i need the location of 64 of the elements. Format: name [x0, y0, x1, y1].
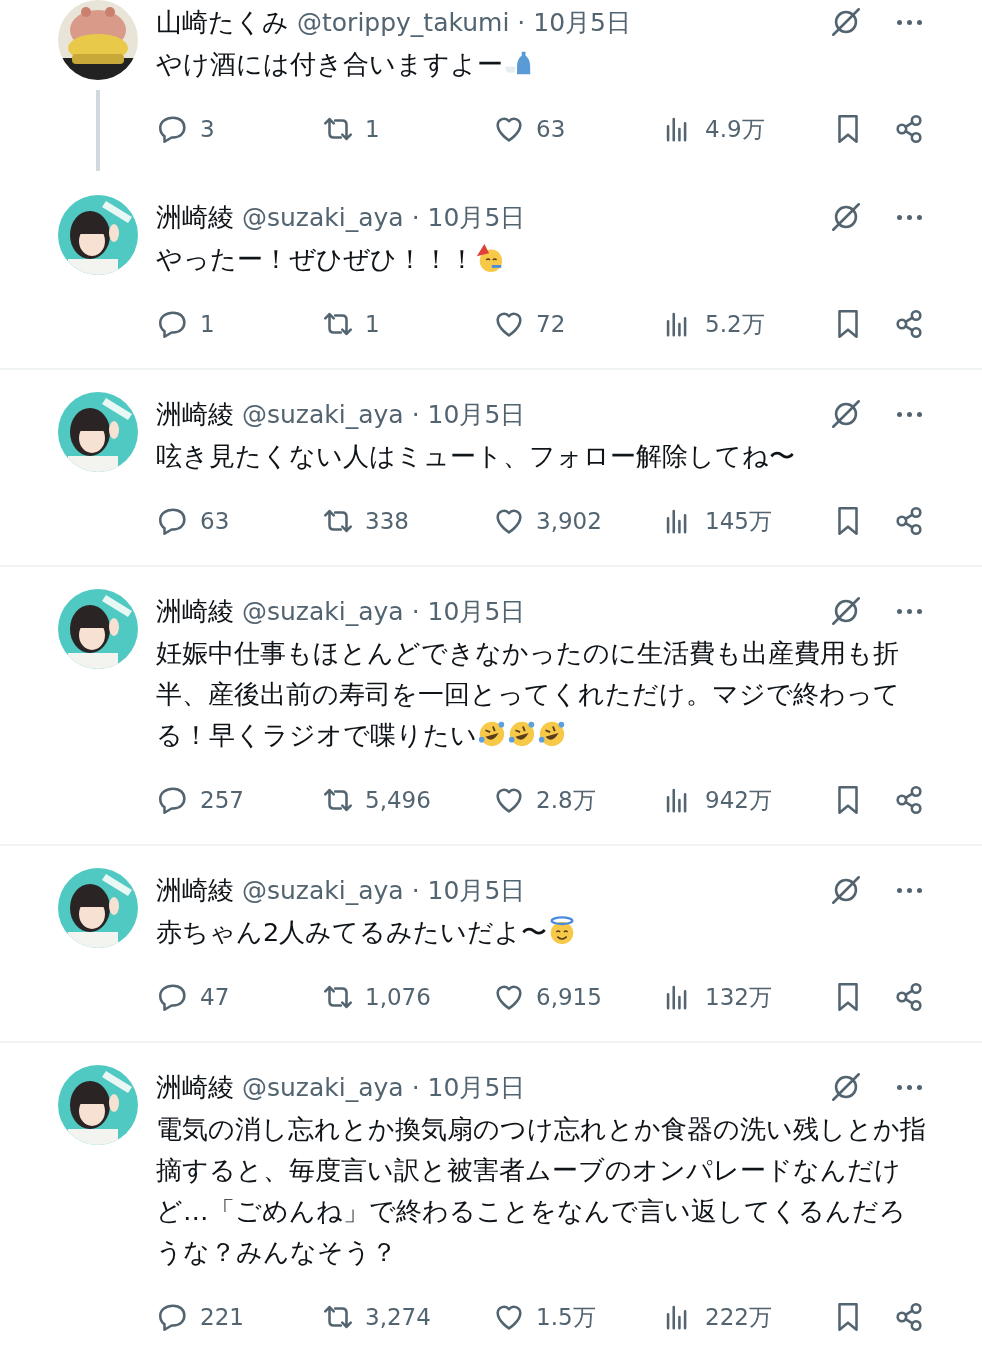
view-count: 5.2万 [705, 309, 765, 339]
post[interactable]: 洲崎綾 @suzaki_aya · 10月5日 赤ちゃん2人みてるみたいだよ〜 47 1,076 6,915 132万 [0, 846, 982, 1043]
view-count: 132万 [705, 982, 772, 1012]
slashed-circle-icon[interactable] [829, 873, 863, 907]
repost-count: 3,274 [365, 1304, 431, 1330]
post[interactable]: 洲崎綾 @suzaki_aya · 10月5日 妊娠中仕事もほとんどできなかったのに生活費も出産費用も折半、産後出前の寿司を一回とってくれただけ。マジで終わってる！早くラジオで喋りたい 257 5,496 2.8万 942万 [0, 567, 982, 846]
view-count: 145万 [705, 506, 772, 536]
repost-count: 338 [365, 508, 409, 534]
reply-count: 3 [200, 116, 215, 142]
post-text: 妊娠中仕事もほとんどできなかったのに生活費も出産費用も折半、産後出前の寿司を一回とってくれただけ。マジで終わってる！早くラジオで喋りたい [156, 637, 901, 752]
like-count: 72 [536, 311, 566, 337]
slashed-circle-icon[interactable] [829, 397, 863, 431]
reply-count: 257 [200, 787, 244, 813]
user-handle[interactable]: @torippy_takumi [297, 7, 510, 37]
like-count: 1.5万 [536, 1302, 596, 1332]
laughing-face-icon [477, 719, 507, 749]
post-date[interactable]: · 10月5日 [517, 5, 631, 39]
reply-count: 221 [200, 1304, 244, 1330]
slashed-circle-icon[interactable] [829, 5, 863, 39]
repost-count: 1 [365, 311, 380, 337]
display-name[interactable]: 洲崎綾 [156, 872, 234, 908]
post[interactable]: 洲崎綾 @suzaki_aya · 10月5日 電気の消し忘れとか換気扇のつけ忘れとか食器の洗い残しとか指摘すると、毎度言い訳と被害者ムーブのオンパレードなんだけど…「ごめんね」で終わることをなんで言い返してくるんだろうな？みんなそう？ 221 3,274 1.5万 222万 [0, 1043, 982, 1357]
display-name[interactable]: 洲崎綾 [156, 593, 234, 629]
post[interactable]: 洲崎綾 @suzaki_aya · 10月5日 呟き見たくない人はミュート、フォロー解除してね〜 63 338 3,902 145万 [0, 370, 982, 567]
display-name[interactable]: 洲崎綾 [156, 1069, 234, 1105]
like-count: 6,915 [536, 984, 602, 1010]
like-count: 63 [536, 116, 566, 142]
post[interactable]: 山崎たくみ @torippy_takumi · 10月5日 やけ酒には付き合いますよー 3 1 63 4.9万 [0, 0, 982, 173]
view-count: 4.9万 [705, 114, 765, 144]
reply-count: 63 [200, 508, 230, 534]
user-handle[interactable]: @suzaki_aya [242, 875, 404, 905]
post[interactable]: 洲崎綾 @suzaki_aya · 10月5日 やったー！ぜひぜひ！！！ 1 1 72 5.2万 [0, 173, 982, 370]
post-date[interactable]: · 10月5日 [411, 1070, 526, 1104]
post-text: 電気の消し忘れとか換気扇のつけ忘れとか食器の洗い残しとか指摘すると、毎度言い訳と被害者ムーブのオンパレードなんだけど…「ごめんね」で終わることをなんで言い返してくるんだろうな？みんなそう？ [156, 1113, 926, 1269]
post-text: 呟き見たくない人はミュート、フォロー解除してね〜 [156, 440, 796, 473]
laughing-face-icon [507, 719, 537, 749]
repost-count: 1,076 [365, 984, 431, 1010]
post-date[interactable]: · 10月5日 [411, 200, 526, 234]
slashed-circle-icon[interactable] [829, 594, 863, 628]
laughing-face-icon [537, 719, 567, 749]
reply-count: 1 [200, 311, 215, 337]
like-count: 2.8万 [536, 785, 596, 815]
display-name[interactable]: 洲崎綾 [156, 396, 234, 432]
repost-count: 5,496 [365, 787, 431, 813]
post-text: 赤ちゃん2人みてるみたいだよ〜 [156, 912, 926, 953]
view-count: 942万 [705, 785, 772, 815]
display-name[interactable]: 山崎たくみ [156, 4, 289, 40]
display-name[interactable]: 洲崎綾 [156, 199, 234, 235]
like-count: 3,902 [536, 508, 602, 534]
repost-count: 1 [365, 116, 380, 142]
post-date[interactable]: · 10月5日 [411, 397, 526, 431]
user-handle[interactable]: @suzaki_aya [242, 1072, 404, 1102]
reply-count: 47 [200, 984, 230, 1010]
user-handle[interactable]: @suzaki_aya [242, 399, 404, 429]
user-handle[interactable]: @suzaki_aya [242, 596, 404, 626]
post-date[interactable]: · 10月5日 [411, 594, 526, 628]
user-handle[interactable]: @suzaki_aya [242, 202, 404, 232]
slashed-circle-icon[interactable] [829, 1070, 863, 1104]
party-face-icon [475, 243, 505, 273]
slashed-circle-icon[interactable] [829, 200, 863, 234]
post-date[interactable]: · 10月5日 [411, 873, 526, 907]
post-text: やけ酒には付き合いますよー [156, 44, 926, 85]
post-text: やったー！ぜひぜひ！！！ [156, 239, 926, 280]
view-count: 222万 [705, 1302, 772, 1332]
